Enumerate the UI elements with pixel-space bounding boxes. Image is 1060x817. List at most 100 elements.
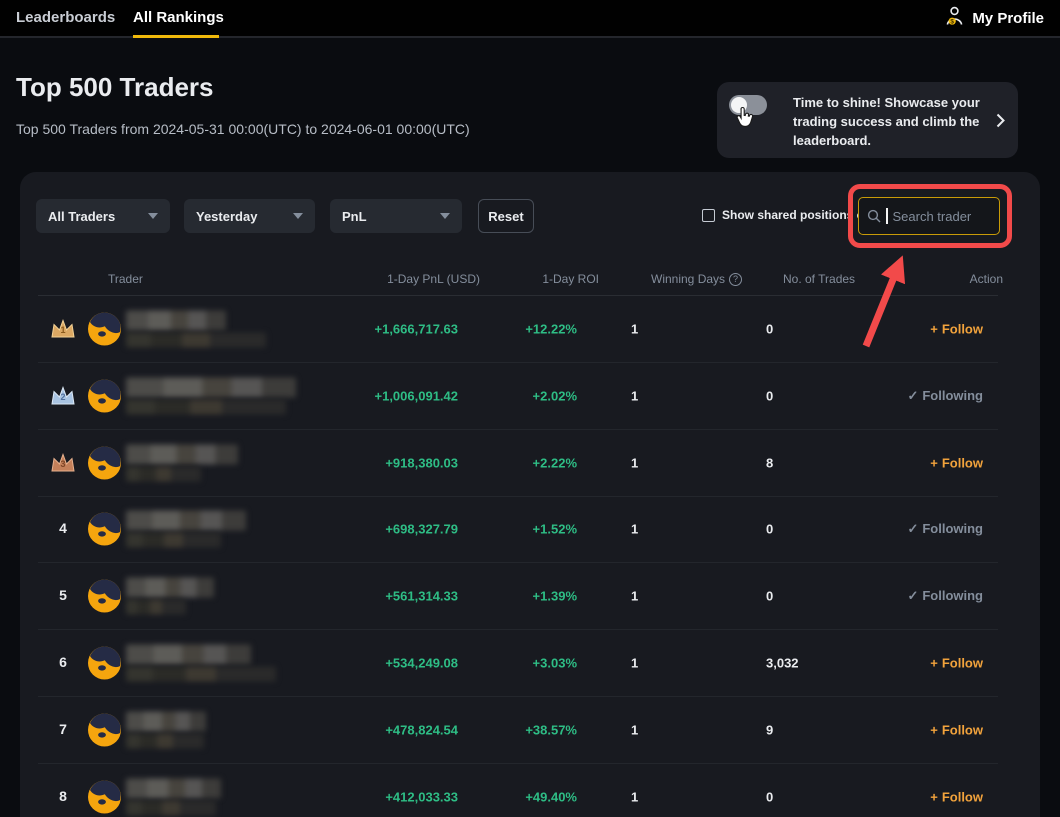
info-icon[interactable]: ? [729,273,742,286]
col-winning-days: Winning Days ? [651,272,742,286]
trader-type-dropdown[interactable]: All Traders [36,199,170,233]
table-row: 4 4 +698,327.79 +1.52% 1 0 [38,496,998,563]
tab-all-rankings[interactable]: All Rankings [133,0,224,36]
follow-button[interactable]: +Follow [930,455,983,470]
trades-value: 8 [766,455,773,470]
rank-badge: 4 4 [42,520,84,538]
winning-days-value: 1 [631,522,638,537]
table-row: 8 8 +412,033.33 +49.40% 1 0 [38,764,998,817]
chevron-down-icon [293,213,303,219]
following-button[interactable]: ✓Following [907,388,983,404]
roi-value: +2.22% [478,455,577,470]
banner-text: Time to shine! Showcase your trading suc… [793,93,991,150]
winning-days-value: 1 [631,589,638,604]
profile-label: My Profile [972,10,1044,27]
roi-value: +2.02% [478,388,577,403]
roi-value: +12.22% [478,322,577,337]
trader-name-blurred [126,778,221,815]
trader-name-blurred [126,578,214,615]
winning-days-value: 1 [631,722,638,737]
winning-days-value: 1 [631,789,638,804]
avatar[interactable] [88,379,121,412]
crown-icon: 1 [49,318,77,340]
crown-icon: 2 [49,385,77,407]
top-nav: Leaderboards All Rankings $ My Profile [0,0,1060,38]
time-range-dropdown[interactable]: Yesterday [184,199,315,233]
profile-coin-icon: $ [944,5,965,32]
action-icon: + [930,722,938,737]
crown-icon: 3 [49,452,77,474]
follow-button[interactable]: +Follow [930,789,983,804]
rank-badge: 2 2 [42,385,84,407]
sort-metric-value: PnL [342,209,367,224]
chevron-right-icon[interactable] [996,113,1005,128]
promo-banner[interactable]: Time to shine! Showcase your trading suc… [717,82,1018,158]
avatar[interactable] [88,580,121,613]
pnl-value: +1,006,091.42 [270,388,458,403]
table-row: 5 5 +561,314.33 +1.39% 1 0 [38,563,998,630]
rank-badge: 5 5 [42,587,84,605]
winning-days-value: 1 [631,455,638,470]
active-tab-underline [133,35,219,38]
trades-value: 0 [766,322,773,337]
reset-button[interactable]: Reset [478,199,534,233]
action-icon: + [930,656,938,671]
follow-button[interactable]: +Follow [930,322,983,337]
trader-name-blurred [126,444,238,481]
trader-name-blurred [126,645,276,682]
table-row: 1 1 +1,666,717.63 +12.22% 1 0 [38,296,998,363]
leaderboard-screen: Leaderboards All Rankings $ My Profile T… [0,0,1060,817]
avatar[interactable] [88,446,121,479]
action-icon: ✓ [907,388,918,403]
action-icon: ✓ [907,588,918,603]
following-button[interactable]: ✓Following [907,588,983,604]
following-button[interactable]: ✓Following [907,521,983,537]
avatar[interactable] [88,313,121,346]
winning-days-value: 1 [631,322,638,337]
avatar[interactable] [88,780,121,813]
hand-cursor-icon [732,105,756,131]
roi-value: +1.39% [478,589,577,604]
sort-metric-dropdown[interactable]: PnL [330,199,462,233]
action-icon: ✓ [907,521,918,536]
search-icon [867,209,881,223]
shared-positions-checkbox[interactable] [702,209,715,222]
pnl-value: +534,249.08 [270,656,458,671]
tab-leaderboards[interactable]: Leaderboards [16,0,115,36]
table-row: 3 3 +918,380.03 +2.22% 1 8 [38,430,998,497]
roi-value: +49.40% [478,789,577,804]
trades-value: 0 [766,522,773,537]
follow-button[interactable]: +Follow [930,656,983,671]
action-icon: + [930,455,938,470]
action-icon: + [930,322,938,337]
my-profile-button[interactable]: $ My Profile [944,0,1044,36]
trader-name-blurred [126,711,206,748]
rank-badge: 8 8 [42,788,84,806]
avatar[interactable] [88,713,121,746]
time-range-value: Yesterday [196,209,257,224]
roi-value: +3.03% [478,656,577,671]
avatar[interactable] [88,647,121,680]
trader-name-blurred [126,511,246,548]
trader-name-blurred [126,311,266,348]
page-title: Top 500 Traders [16,72,214,103]
table-row: 7 7 +478,824.54 +38.57% 1 9 [38,697,998,764]
rank-badge: 3 3 [42,452,84,474]
col-trades: No. of Trades [783,272,855,286]
roi-value: +1.52% [478,522,577,537]
svg-text:$: $ [951,18,955,25]
pnl-value: +918,380.03 [270,455,458,470]
search-trader-input[interactable]: Search trader [858,197,1000,235]
trades-value: 0 [766,789,773,804]
text-cursor [886,208,888,224]
action-icon: + [930,789,938,804]
pnl-value: +561,314.33 [270,589,458,604]
avatar[interactable] [88,513,121,546]
trades-value: 0 [766,589,773,604]
pnl-value: +1,666,717.63 [270,322,458,337]
follow-button[interactable]: +Follow [930,722,983,737]
chevron-down-icon [440,213,450,219]
trader-type-value: All Traders [48,209,115,224]
winning-days-value: 1 [631,656,638,671]
roi-value: +38.57% [478,722,577,737]
